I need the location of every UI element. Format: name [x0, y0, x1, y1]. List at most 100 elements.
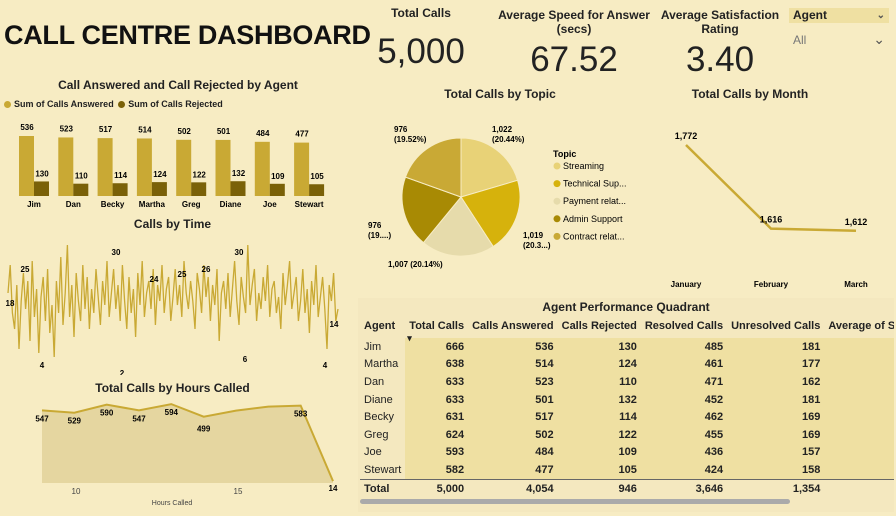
bar-rejected	[151, 182, 167, 196]
avg-speed-card: Average Speed for Answer (secs) 67.52	[496, 8, 652, 80]
table-row[interactable]: Joe 593 484 109 436 157	[360, 443, 894, 462]
column-header[interactable]: Average of Spe	[824, 314, 894, 338]
agent-performance-table[interactable]: Agent Performance Quadrant Agent Total C…	[358, 298, 894, 512]
bar-answered	[19, 136, 34, 196]
chevron-down-icon[interactable]: ⌄	[877, 8, 885, 23]
table-row[interactable]: Stewart 582 477 105 424 158	[360, 461, 894, 480]
slicer-dropdown[interactable]: All ⌄	[789, 23, 889, 57]
table-cell: 455	[640, 425, 728, 444]
data-label: 2	[120, 369, 125, 375]
bar-value-label: 517	[99, 125, 113, 134]
total-cell: 3,646	[640, 478, 728, 498]
hours-area-fill	[42, 404, 333, 483]
table-row[interactable]: Becky 631 517 114 462 169	[360, 408, 894, 426]
axis-tick: 10	[72, 487, 81, 496]
axis-tick: March	[844, 280, 868, 289]
column-header[interactable]: Calls Rejected	[558, 314, 641, 338]
agent-chart-title: Call Answered and Call Rejected by Agent	[58, 78, 298, 92]
table-cell: 582	[405, 461, 469, 480]
table-cell	[824, 443, 894, 462]
category-label: Diane	[220, 200, 242, 209]
column-header[interactable]: Unresolved Calls	[727, 314, 824, 338]
bar-value-label: 110	[75, 172, 88, 181]
bar-value-label: 536	[20, 123, 34, 132]
table-row[interactable]: Jim 666 536 130 485 181	[360, 338, 894, 356]
axis-tick: 15	[234, 487, 243, 496]
data-label: 529	[68, 417, 82, 426]
horizontal-scrollbar[interactable]	[360, 499, 790, 504]
pie-label: 1,022 (20.44%)	[492, 125, 525, 144]
table-row[interactable]: Dan 633 523 110 471 162	[360, 373, 894, 391]
table-cell: 593	[405, 443, 469, 462]
table-row[interactable]: Diane 633 501 132 452 181	[360, 390, 894, 409]
legend-item: Streaming	[563, 161, 604, 171]
bar-rejected	[112, 183, 128, 196]
table-cell: 471	[640, 373, 728, 391]
table-row[interactable]: Martha 638 514 124 461 177	[360, 355, 894, 374]
hours-chart-title: Total Calls by Hours Called	[95, 381, 250, 395]
column-header[interactable]: Total Calls ▾	[405, 314, 468, 343]
table-cell: 633	[405, 373, 469, 391]
pie-label: 976 (19.52%)	[394, 125, 427, 144]
table-cell: 157	[727, 443, 825, 462]
time-series-line	[7, 244, 339, 358]
data-label: 30	[112, 248, 121, 257]
total-cell: Total	[360, 478, 406, 498]
data-label: 25	[178, 270, 187, 279]
data-label: 1,772	[675, 131, 698, 141]
column-header[interactable]: Calls Answered	[468, 314, 558, 338]
table-cell: 501	[468, 390, 558, 409]
card-label: Average Satisfaction Rating	[660, 8, 780, 36]
table-cell	[824, 408, 894, 426]
slicer-header[interactable]: Agent ⌄	[789, 8, 889, 23]
bar-rejected	[269, 183, 285, 196]
agent-name-cell: Becky	[364, 411, 394, 424]
data-label: 18	[6, 299, 15, 308]
table-cell: 666	[405, 338, 469, 356]
table-row[interactable]: Greg 624 502 122 455 169	[360, 425, 894, 444]
bar-value-label: 523	[60, 124, 74, 133]
table-cell: 424	[640, 461, 728, 480]
table-cell: 105	[557, 461, 641, 480]
table-cell: 523	[468, 373, 558, 391]
category-label: Dan	[66, 200, 81, 209]
slicer-label: Agent	[793, 8, 827, 22]
bar-answered	[294, 142, 310, 196]
performance-grid: Agent Total Calls ▾ Calls Answered Calls…	[360, 314, 894, 498]
satisfaction-card: Average Satisfaction Rating 3.40	[660, 8, 780, 80]
agent-bar-chart: 536 130 Jim 523 110 Dan 517 114 Becky 514 124 Marth…	[19, 123, 324, 209]
data-label: 25	[21, 265, 30, 274]
hours-area-chart: 547 529 590 547 594 499 583 14 10 15 Hours Called	[35, 403, 338, 507]
table-cell: 169	[727, 408, 825, 426]
sort-desc-icon[interactable]: ▾	[407, 333, 412, 344]
chevron-down-icon[interactable]: ⌄	[873, 31, 885, 48]
bar-value-label: 124	[153, 170, 167, 179]
data-label: 6	[243, 355, 248, 364]
rejected-legend-icon	[118, 101, 126, 109]
card-value: 3.40	[685, 40, 755, 79]
bar-answered	[215, 139, 231, 196]
bar-value-label: 122	[193, 170, 207, 179]
card-value: 67.52	[530, 40, 618, 79]
bar-value-label: 502	[178, 127, 192, 136]
table-cell: 514	[468, 355, 558, 374]
table-cell: 169	[727, 425, 825, 444]
bar-answered	[58, 137, 74, 196]
data-label: 24	[150, 275, 159, 284]
table-cell: 624	[405, 425, 469, 444]
table-cell: 633	[405, 390, 469, 409]
column-header[interactable]: Agent	[360, 314, 405, 338]
data-label: 590	[100, 409, 114, 418]
column-header[interactable]: Resolved Calls	[641, 314, 727, 338]
table-cell: 517	[468, 408, 558, 426]
data-label: 499	[197, 425, 211, 434]
table-cell: 638	[405, 355, 469, 374]
legend-marker-icon	[553, 180, 561, 188]
card-value: 5,000	[377, 32, 465, 71]
table-cell: 485	[640, 338, 728, 356]
data-label: 4	[40, 361, 45, 370]
agent-slicer[interactable]: Agent ⌄ All ⌄	[789, 8, 889, 57]
total-cell: 946	[557, 478, 641, 498]
legend-marker-icon	[553, 215, 561, 223]
data-label: 4	[323, 361, 328, 370]
